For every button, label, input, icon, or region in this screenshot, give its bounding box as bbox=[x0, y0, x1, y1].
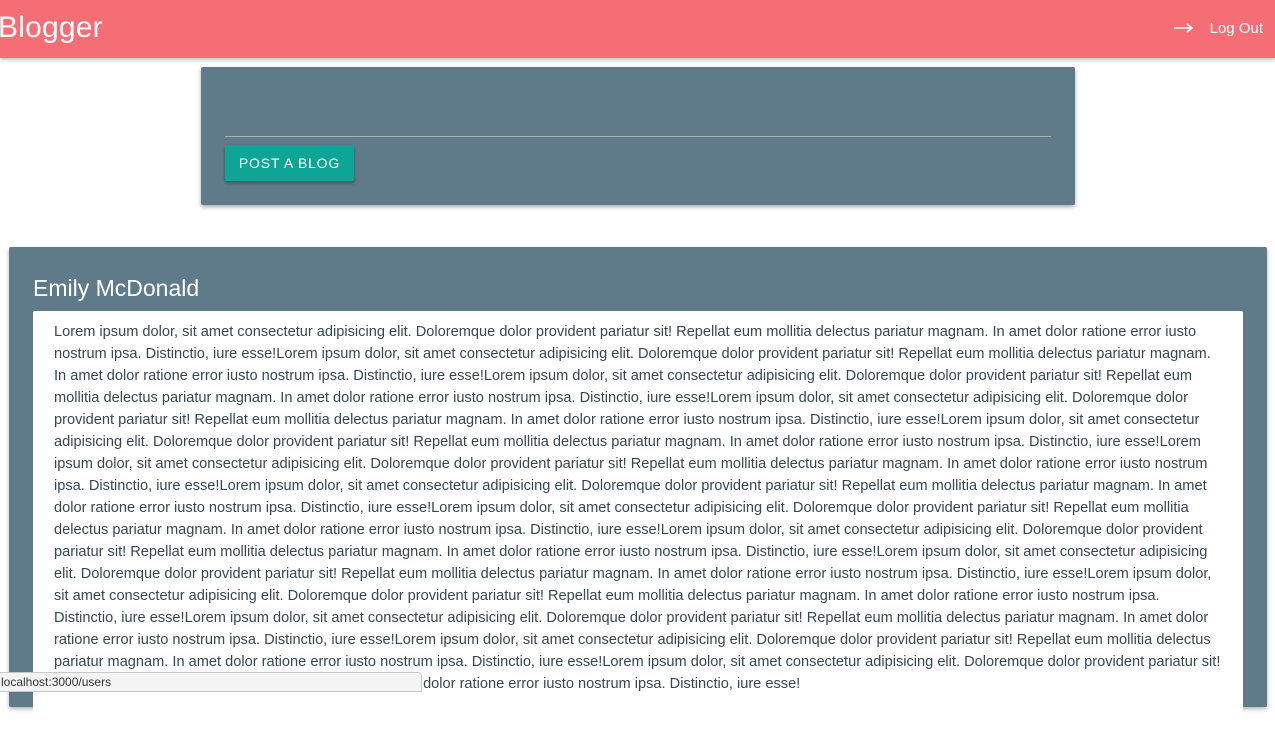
new-post-card: POST A BLOG bbox=[201, 67, 1075, 205]
browser-status-url: localhost:3000/users bbox=[0, 672, 422, 692]
blog-text-input[interactable] bbox=[225, 94, 1055, 138]
top-navbar: Blogger Log Out bbox=[0, 0, 1275, 58]
arrow-right-icon bbox=[1173, 23, 1193, 33]
post-body-container: Lorem ipsum dolor, sit amet consectetur … bbox=[33, 311, 1243, 731]
logout-button[interactable]: Log Out bbox=[1173, 14, 1263, 42]
post-blog-button[interactable]: POST A BLOG bbox=[225, 145, 354, 181]
blog-post-card: Emily McDonald Lorem ipsum dolor, sit am… bbox=[9, 247, 1267, 731]
post-author-name: Emily McDonald bbox=[33, 275, 200, 301]
logout-label: Log Out bbox=[1209, 19, 1263, 37]
post-body-text: Lorem ipsum dolor, sit amet consectetur … bbox=[54, 324, 1221, 692]
blog-input-wrapper bbox=[225, 94, 1055, 138]
brand-logo-text[interactable]: Blogger bbox=[0, 8, 103, 48]
